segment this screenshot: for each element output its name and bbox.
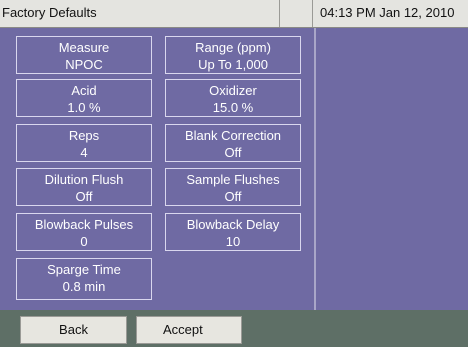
setting-value: 4: [80, 145, 88, 160]
setting-label: Blowback Delay: [186, 217, 280, 232]
range-setting[interactable]: Range (ppm) Up To 1,000: [165, 36, 301, 74]
back-button[interactable]: Back: [20, 316, 127, 344]
settings-panel: Measure NPOC Range (ppm) Up To 1,000 Aci…: [0, 28, 468, 310]
measure-setting[interactable]: Measure NPOC: [16, 36, 152, 74]
oxidizer-setting[interactable]: Oxidizer 15.0 %: [165, 79, 301, 117]
setting-label: Acid: [71, 83, 97, 98]
setting-label: Range (ppm): [195, 40, 271, 55]
panel-divider: [314, 28, 316, 310]
setting-value: 15.0 %: [212, 100, 254, 115]
setting-label: Sample Flushes: [186, 172, 280, 187]
title-spacer: [280, 0, 313, 27]
setting-label: Reps: [68, 128, 100, 143]
sample-flushes-setting[interactable]: Sample Flushes Off: [165, 168, 301, 206]
setting-value: 10: [225, 234, 241, 249]
setting-value: Off: [75, 189, 93, 204]
acid-setting[interactable]: Acid 1.0 %: [16, 79, 152, 117]
dilution-flush-setting[interactable]: Dilution Flush Off: [16, 168, 152, 206]
setting-value: Off: [224, 189, 242, 204]
setting-label: Oxidizer: [209, 83, 257, 98]
blowback-delay-setting[interactable]: Blowback Delay 10: [165, 213, 301, 251]
setting-label: Blank Correction: [184, 128, 282, 143]
title-bar: Factory Defaults 04:13 PM Jan 12, 2010: [0, 0, 468, 28]
sparge-time-setting[interactable]: Sparge Time 0.8 min: [16, 258, 152, 300]
blank-correction-setting[interactable]: Blank Correction Off: [165, 124, 301, 162]
setting-value: 0: [80, 234, 88, 249]
setting-value: Up To 1,000: [198, 57, 268, 72]
setting-value: 0.8 min: [62, 279, 106, 294]
footer-bar: Back Accept: [0, 310, 468, 347]
reps-setting[interactable]: Reps 4: [16, 124, 152, 162]
setting-label: Blowback Pulses: [34, 217, 134, 232]
setting-label: Sparge Time: [47, 262, 121, 277]
accept-button[interactable]: Accept: [136, 316, 242, 344]
setting-label: Measure: [58, 40, 110, 55]
page-title: Factory Defaults: [0, 0, 280, 27]
blowback-pulses-setting[interactable]: Blowback Pulses 0: [16, 213, 152, 251]
setting-value: Off: [224, 145, 242, 160]
setting-value: NPOC: [65, 57, 103, 72]
setting-label: Dilution Flush: [44, 172, 124, 187]
setting-value: 1.0 %: [67, 100, 101, 115]
